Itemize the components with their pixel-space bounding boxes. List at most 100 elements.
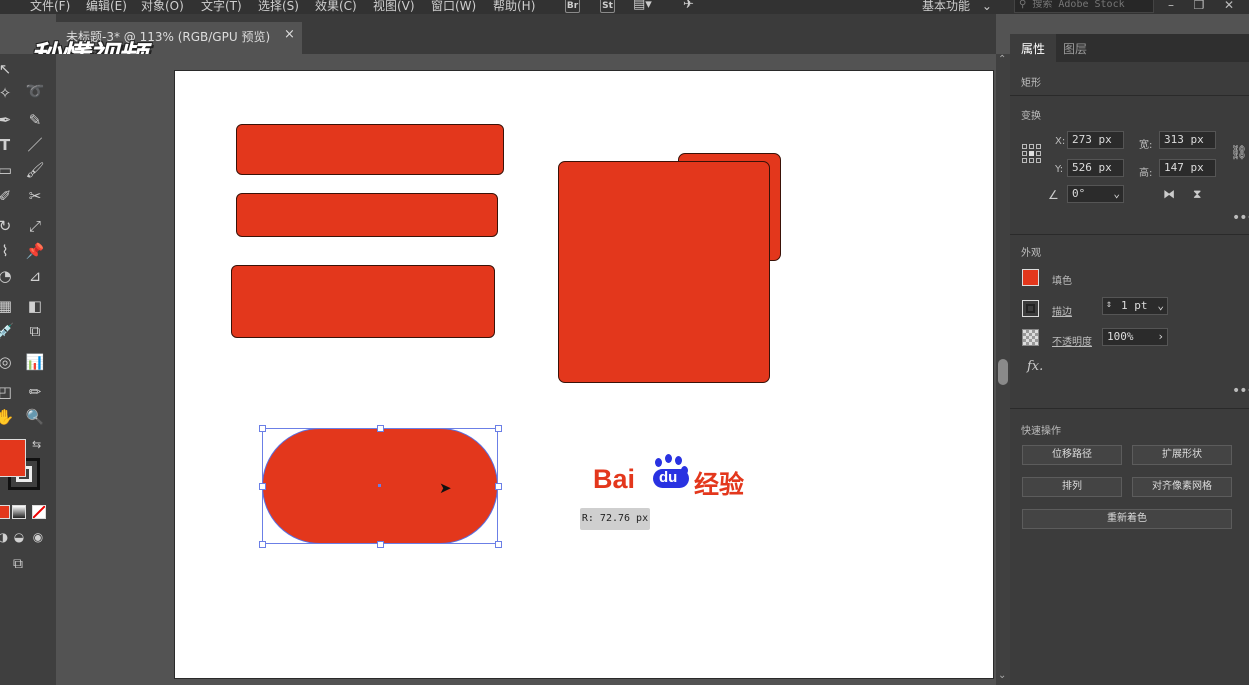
type-tool-icon[interactable]: T [0, 134, 16, 156]
curvature-tool-icon[interactable]: ✎ [24, 109, 46, 131]
recolor-button[interactable]: 重新着色 [1022, 509, 1232, 529]
lasso-tool-icon[interactable]: ➰ [24, 80, 46, 102]
slice-tool-icon[interactable]: ◰ [0, 381, 16, 403]
selection-handle[interactable] [259, 541, 266, 548]
menu-type[interactable]: 文字(T) [201, 0, 242, 14]
stroke-label[interactable]: 描边 [1052, 303, 1072, 318]
stock-search-input[interactable]: ⚲ 搜索 Adobe Stock [1014, 0, 1154, 13]
selection-handle[interactable] [495, 425, 502, 432]
hand-tool-icon[interactable]: ✋ [0, 406, 16, 428]
tab-properties[interactable]: 属性 [1010, 34, 1056, 62]
more-options-icon[interactable]: ••• [1232, 210, 1249, 226]
expand-shape-button[interactable]: 扩展形状 [1132, 445, 1232, 465]
opacity-field[interactable]: 100% › [1102, 328, 1168, 346]
arrange-documents-icon[interactable]: ▤▾ [633, 0, 652, 12]
width-tool-icon[interactable]: ⌇ [0, 240, 16, 262]
stroke-weight-field[interactable]: ⇕ 1 pt ⌄ [1102, 297, 1168, 315]
workspace-label: 基本功能 [922, 0, 971, 13]
stepper-icon[interactable]: ⇕ [1106, 297, 1112, 313]
rectangle-tool-icon[interactable]: ▭ [0, 159, 16, 181]
scroll-thumb[interactable] [998, 359, 1008, 385]
selection-handle[interactable] [495, 541, 502, 548]
offset-path-button[interactable]: 位移路径 [1022, 445, 1122, 465]
shaper-tool-icon[interactable]: ✐ [0, 185, 16, 207]
close-window-button[interactable]: ✕ [1218, 0, 1240, 12]
menu-select[interactable]: 选择(S) [258, 0, 299, 14]
eyedropper-tool-icon[interactable]: 💉 [0, 320, 16, 342]
magic-wand-tool-icon[interactable]: ✧ [0, 82, 16, 104]
effects-fx-icon[interactable]: fx. [1027, 359, 1043, 374]
menu-effect[interactable]: 效果(C) [315, 0, 357, 14]
more-options-icon[interactable]: ••• [1232, 383, 1249, 399]
tab-layers[interactable]: 图层 [1063, 40, 1087, 57]
stroke-color-swatch[interactable] [1022, 300, 1039, 317]
vertical-scrollbar[interactable]: ⌃ ⌄ [996, 54, 1010, 685]
gpu-performance-icon[interactable]: ✈ [683, 0, 694, 12]
arrange-button[interactable]: 排列 [1022, 477, 1122, 497]
selection-handle[interactable] [259, 483, 266, 490]
close-tab-icon[interactable]: × [284, 27, 295, 42]
flip-vertical-icon[interactable]: ⧗ [1193, 187, 1201, 202]
artboard[interactable]: ➤ R: 72.76 px Bai du 经验 [174, 70, 994, 679]
rounded-rectangle-2[interactable] [236, 193, 498, 237]
scissors-tool-icon[interactable]: ✂ [24, 185, 46, 207]
fill-swatch[interactable] [0, 439, 26, 477]
search-icon: ⚲ [1019, 0, 1027, 10]
rounded-rectangle-3[interactable] [231, 265, 495, 338]
opacity-label[interactable]: 不透明度 [1052, 333, 1092, 348]
swap-fill-stroke-icon[interactable]: ⇆ [32, 438, 41, 451]
rounded-rectangle-1[interactable] [236, 124, 504, 175]
color-mode-icon[interactable] [0, 505, 10, 519]
x-field[interactable]: 273 px [1067, 131, 1124, 149]
none-mode-icon[interactable] [32, 505, 46, 519]
scroll-down-icon[interactable]: ⌄ [998, 670, 1006, 681]
scroll-up-icon[interactable]: ⌃ [998, 54, 1006, 65]
selection-handle[interactable] [377, 425, 384, 432]
perspective-grid-tool-icon[interactable]: ⊿ [24, 265, 46, 287]
symbol-sprayer-tool-icon[interactable]: ◎ [0, 351, 16, 373]
height-field[interactable]: 147 px [1159, 159, 1216, 177]
shape-builder-tool-icon[interactable]: ◔ [0, 265, 16, 287]
rotate-tool-icon[interactable]: ↻ [0, 215, 16, 237]
workspace-switcher[interactable]: 基本功能 ⌄ [922, 0, 1004, 13]
menu-object[interactable]: 对象(O) [141, 0, 184, 14]
draw-inside-icon[interactable]: ◉ [27, 526, 49, 548]
eraser-tool-icon[interactable]: ✏ [24, 381, 46, 403]
gradient-tool-icon[interactable]: ◧ [24, 295, 46, 317]
flip-horizontal-icon[interactable]: ⧓ [1163, 187, 1175, 201]
zoom-tool-icon[interactable]: 🔍 [24, 406, 46, 428]
column-graph-tool-icon[interactable]: 📊 [24, 351, 46, 373]
minimize-button[interactable]: – [1160, 0, 1182, 12]
menu-help[interactable]: 帮助(H) [493, 0, 535, 14]
menu-view[interactable]: 视图(V) [373, 0, 415, 14]
maximize-button[interactable]: ❐ [1188, 0, 1210, 12]
y-field[interactable]: 526 px [1067, 159, 1124, 177]
rotate-angle-field[interactable]: 0° ⌄ [1067, 185, 1124, 203]
puppet-warp-tool-icon[interactable]: 📌 [24, 240, 46, 262]
line-tool-icon[interactable]: ／ [24, 134, 46, 156]
bridge-icon[interactable]: Br [565, 0, 580, 13]
scale-tool-icon[interactable]: ⤢ [24, 215, 46, 237]
pen-tool-icon[interactable]: ✒ [0, 109, 16, 131]
paintbrush-tool-icon[interactable]: 🖌 [24, 159, 46, 181]
constrain-proportions-icon[interactable]: ⛓ [1230, 145, 1248, 161]
mesh-tool-icon[interactable]: ▦ [0, 295, 16, 317]
menu-window[interactable]: 窗口(W) [431, 0, 476, 14]
selection-handle[interactable] [259, 425, 266, 432]
menu-edit[interactable]: 编辑(E) [86, 0, 127, 14]
canvas-area[interactable]: ➤ R: 72.76 px Bai du 经验 [56, 54, 996, 685]
blend-tool-icon[interactable]: ⧉ [24, 320, 46, 342]
reference-point-icon[interactable] [1022, 144, 1042, 164]
fill-color-swatch[interactable] [1022, 269, 1039, 286]
selection-handle[interactable] [377, 541, 384, 548]
rounded-rectangle-front[interactable] [558, 161, 770, 383]
gradient-mode-icon[interactable] [12, 505, 26, 519]
selection-handle[interactable] [495, 483, 502, 490]
screen-mode-icon[interactable]: ⧉ [7, 553, 29, 575]
menu-file[interactable]: 文件(F) [30, 0, 70, 14]
panel-tab-bar: 属性 图层 [1010, 34, 1249, 62]
stock-icon[interactable]: St [600, 0, 615, 13]
direct-selection-tool-icon[interactable]: ↖ [0, 58, 16, 80]
width-field[interactable]: 313 px [1159, 131, 1216, 149]
align-pixel-grid-button[interactable]: 对齐像素网格 [1132, 477, 1232, 497]
